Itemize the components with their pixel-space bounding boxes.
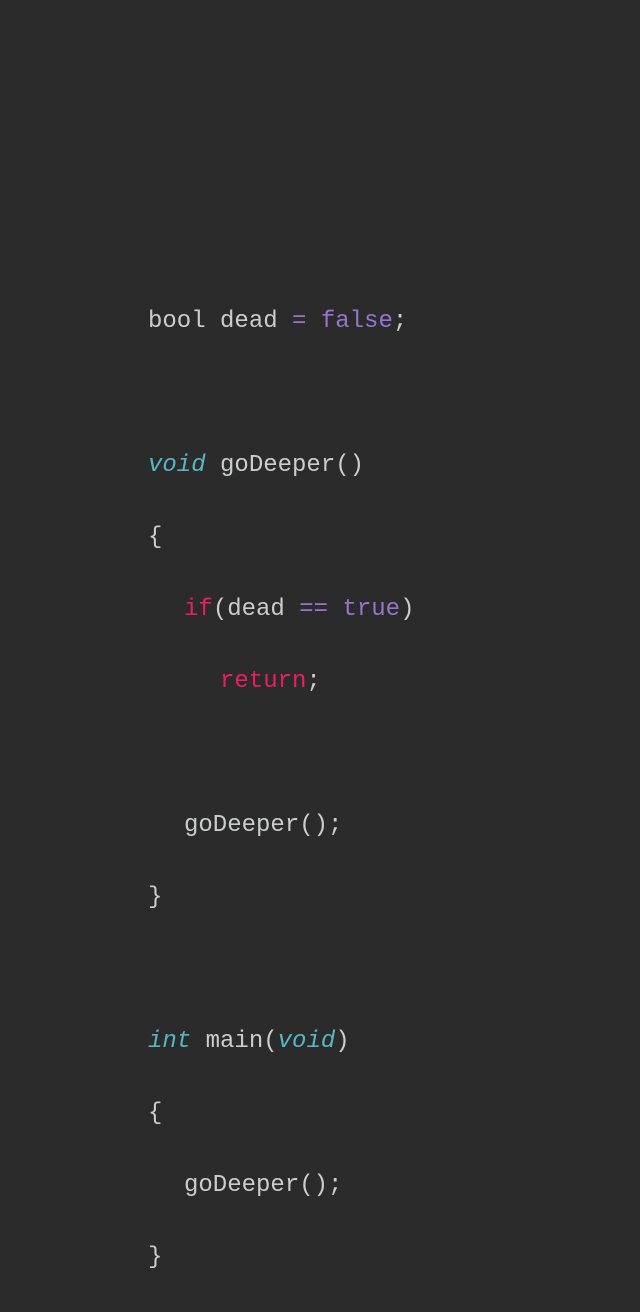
function-call: goDeeper bbox=[184, 812, 299, 839]
code-line: { bbox=[148, 1096, 640, 1132]
code-line: } bbox=[148, 1240, 640, 1276]
open-paren: ( bbox=[213, 596, 227, 623]
semicolon: ; bbox=[393, 308, 407, 335]
open-brace: { bbox=[148, 524, 162, 551]
identifier: dead bbox=[227, 596, 285, 623]
open-brace: { bbox=[148, 1100, 162, 1127]
close-brace: } bbox=[148, 884, 162, 911]
blank-line bbox=[148, 952, 640, 988]
code-line: bool dead = false; bbox=[148, 304, 640, 340]
function-name: main bbox=[206, 1028, 264, 1055]
blank-line bbox=[148, 736, 640, 772]
return-keyword: return bbox=[220, 668, 306, 695]
code-line: if(dead == true) bbox=[148, 592, 640, 628]
parentheses: () bbox=[335, 452, 364, 479]
type-keyword: int bbox=[148, 1028, 191, 1055]
constant: true bbox=[342, 596, 400, 623]
type-keyword: void bbox=[148, 452, 206, 479]
code-line: goDeeper(); bbox=[148, 808, 640, 844]
identifier: dead bbox=[220, 308, 278, 335]
constant: false bbox=[321, 308, 393, 335]
code-block: bool dead = false; void goDeeper() { if(… bbox=[0, 0, 640, 1312]
semicolon: ; bbox=[306, 668, 320, 695]
parentheses: (); bbox=[299, 1172, 342, 1199]
close-paren: ) bbox=[400, 596, 414, 623]
operator: = bbox=[292, 308, 306, 335]
code-line: goDeeper(); bbox=[148, 1168, 640, 1204]
code-line: return; bbox=[148, 664, 640, 700]
type-keyword: void bbox=[278, 1028, 336, 1055]
code-line: int main(void) bbox=[148, 1024, 640, 1060]
function-name: goDeeper bbox=[220, 452, 335, 479]
operator: == bbox=[299, 596, 328, 623]
code-line: { bbox=[148, 520, 640, 556]
parentheses: (); bbox=[299, 812, 342, 839]
close-paren: ) bbox=[335, 1028, 349, 1055]
if-keyword: if bbox=[184, 596, 213, 623]
code-line: } bbox=[148, 880, 640, 916]
type-keyword: bool bbox=[148, 308, 206, 335]
close-brace: } bbox=[148, 1244, 162, 1271]
open-paren: ( bbox=[263, 1028, 277, 1055]
code-line: void goDeeper() bbox=[148, 448, 640, 484]
function-call: goDeeper bbox=[184, 1172, 299, 1199]
blank-line bbox=[148, 376, 640, 412]
